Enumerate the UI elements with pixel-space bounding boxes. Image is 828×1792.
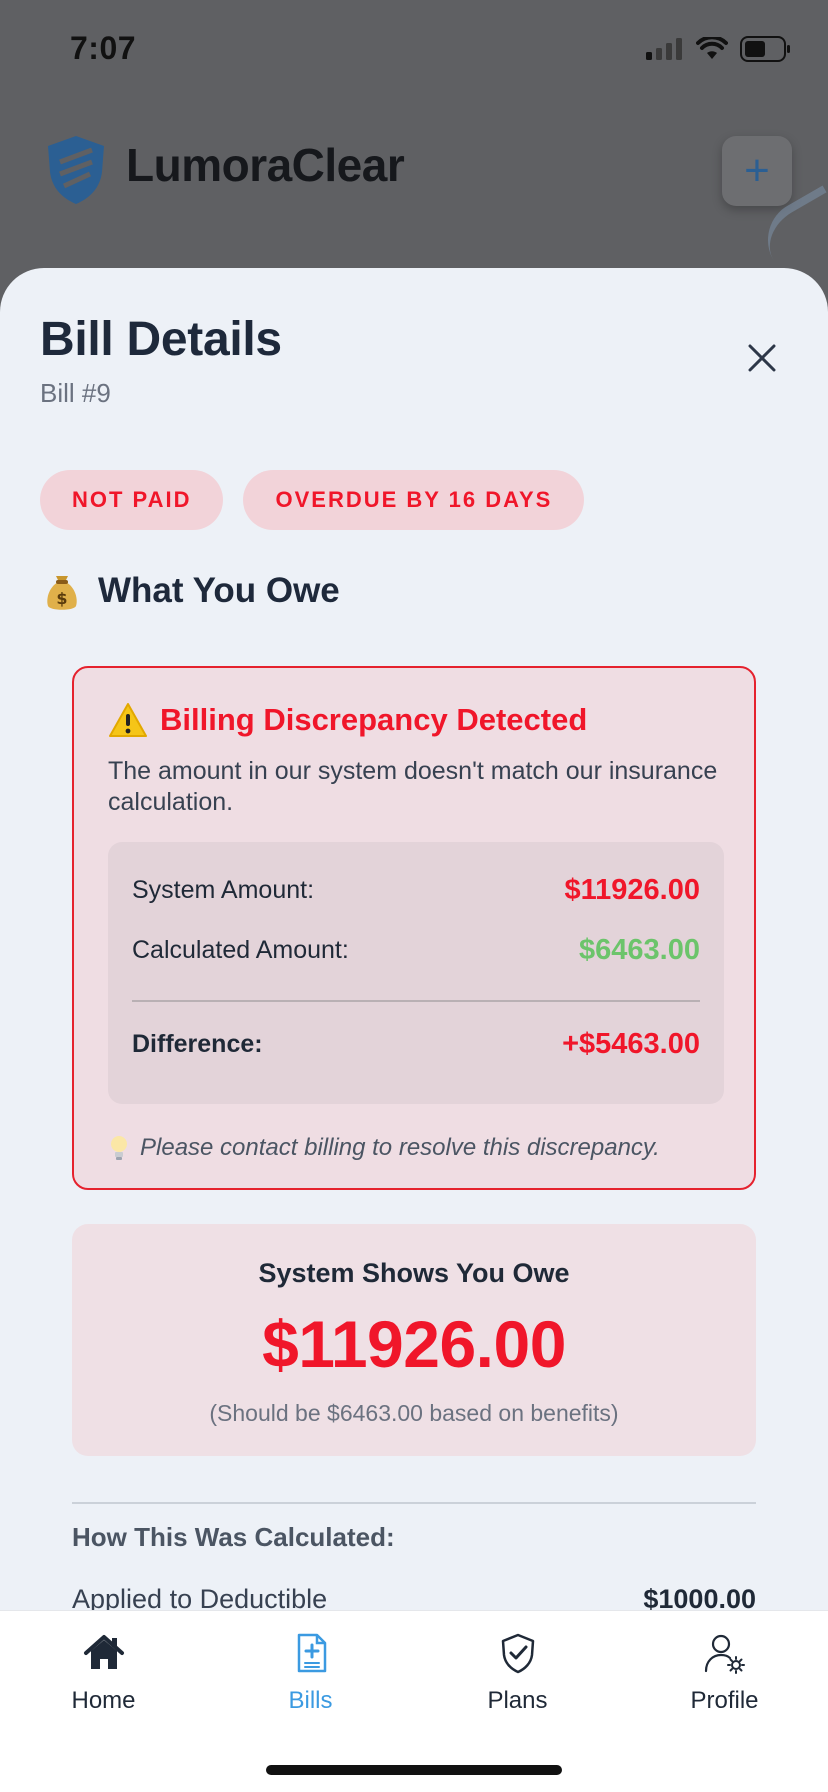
add-bill-button[interactable]: + — [722, 136, 792, 206]
divider — [132, 1000, 700, 1002]
section-title: What You Owe — [98, 571, 340, 610]
home-icon — [83, 1635, 124, 1669]
lightbulb-icon — [111, 1136, 127, 1160]
bill-number: Bill #9 — [40, 378, 111, 408]
calculation-title: How This Was Calculated: — [72, 1522, 395, 1552]
alert-note: Please contact billing to resolve this d… — [108, 1134, 660, 1162]
owed-label: System Shows You Owe — [258, 1258, 570, 1288]
discrepancy-alert: Billing Discrepancy Detected The amount … — [72, 666, 756, 1190]
tab-bills[interactable]: Bills — [207, 1631, 414, 1731]
shield-logo-icon — [48, 136, 104, 204]
money-bag-icon: $ — [47, 576, 77, 610]
close-icon[interactable] — [744, 340, 780, 376]
difference-value: +$5463.00 — [562, 1028, 700, 1060]
bill-details-sheet: Bill Details Bill #9 NOT PAID OVERDUE BY… — [0, 268, 828, 1792]
calculated-amount-label: Calculated Amount: — [132, 936, 349, 964]
alert-header: Billing Discrepancy Detected — [108, 702, 587, 738]
system-amount-value: $11926.00 — [564, 874, 700, 906]
status-bar: 7:07 — [0, 0, 828, 100]
sheet-title: Bill Details — [40, 313, 282, 366]
amount-owed-card: System Shows You Owe $11926.00 (Should b… — [72, 1224, 756, 1456]
tab-home-label: Home — [71, 1687, 136, 1714]
bill-icon — [297, 1633, 326, 1673]
tab-plans-label: Plans — [487, 1687, 548, 1714]
alert-description: The amount in our system doesn't match o… — [108, 757, 718, 816]
difference-label: Difference: — [132, 1030, 263, 1058]
system-amount-label: System Amount: — [132, 876, 315, 904]
svg-text:$: $ — [56, 589, 67, 608]
alert-title: Billing Discrepancy Detected — [160, 702, 588, 737]
divider — [72, 1502, 756, 1504]
tab-bills-label: Bills — [288, 1687, 333, 1714]
battery-icon — [740, 36, 790, 62]
shield-check-icon — [501, 1633, 534, 1674]
home-indicator — [266, 1765, 562, 1775]
status-time: 7:07 — [70, 30, 137, 66]
calculated-amount-row: Calculated Amount: $6463.00 — [132, 934, 700, 967]
status-badges: NOT PAID OVERDUE BY 16 DAYS — [40, 470, 585, 530]
alert-note-text: Please contact billing to resolve this d… — [140, 1134, 660, 1161]
background-app: 7:07 LumoraClear + — [0, 0, 828, 300]
status-badge-paid: NOT PAID — [40, 470, 224, 530]
amount-comparison: System Amount: $11926.00 Calculated Amou… — [108, 842, 724, 1104]
tab-profile[interactable]: Profile — [621, 1631, 828, 1731]
tab-bar: Home Bills Plans Profile — [0, 1610, 828, 1792]
owed-amount: $11926.00 — [262, 1307, 566, 1381]
system-amount-row: System Amount: $11926.00 — [132, 874, 700, 907]
tab-home[interactable]: Home — [0, 1631, 207, 1731]
tab-plans[interactable]: Plans — [414, 1631, 621, 1731]
signal-icon — [646, 38, 682, 60]
what-you-owe-heading: $ What You Owe — [44, 570, 340, 612]
user-settings-icon — [704, 1634, 745, 1674]
status-icons — [646, 34, 792, 64]
status-badge-overdue: OVERDUE BY 16 DAYS — [243, 470, 585, 530]
wifi-icon — [696, 37, 728, 59]
owed-note: (Should be $6463.00 based on benefits) — [209, 1400, 619, 1426]
difference-row: Difference: +$5463.00 — [132, 1028, 700, 1061]
warning-icon — [109, 703, 147, 737]
calculated-amount-value: $6463.00 — [579, 934, 700, 966]
app-title: LumoraClear — [126, 139, 405, 191]
tab-profile-label: Profile — [690, 1687, 759, 1714]
